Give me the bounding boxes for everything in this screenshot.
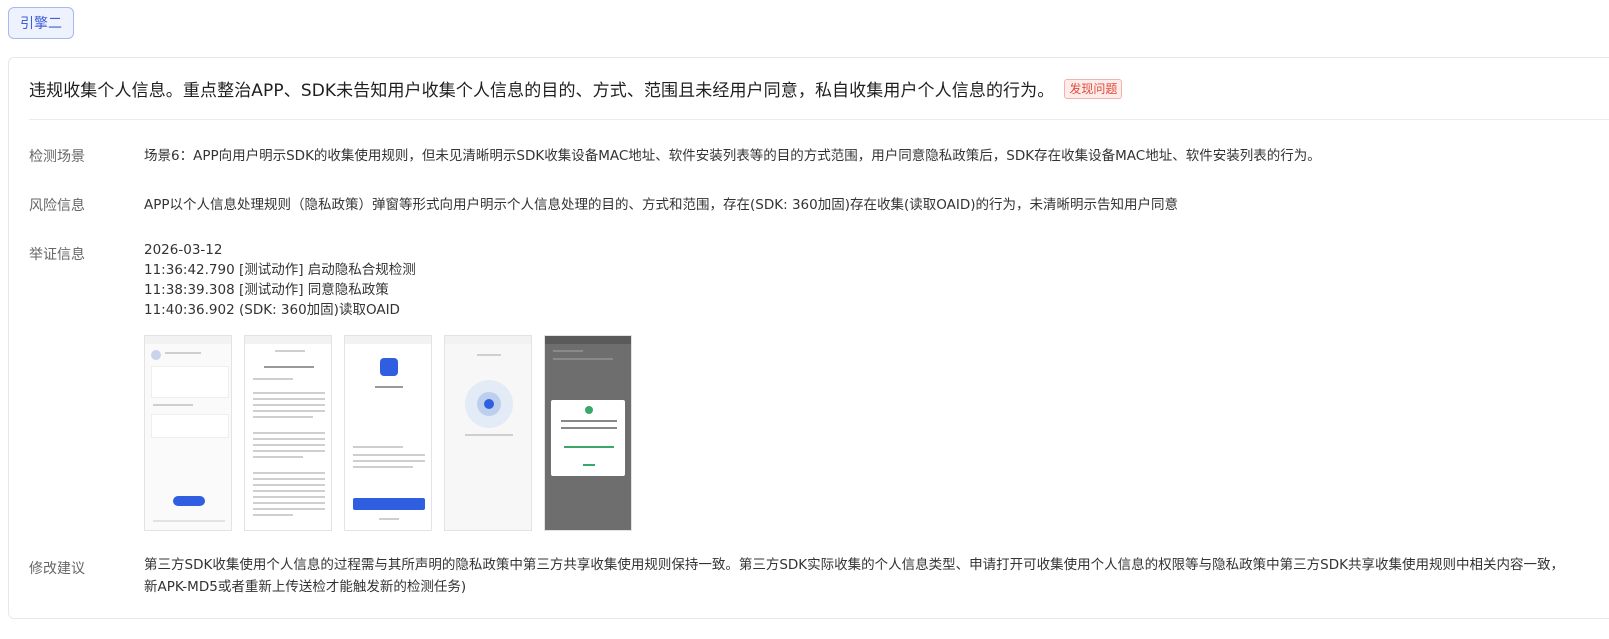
evidence-label: 举证信息 <box>29 247 85 263</box>
suggestion-label: 修改建议 <box>29 561 85 577</box>
card-title: 违规收集个人信息。重点整治APP、SDK未告知用户收集个人信息的目的、方式、范围… <box>29 81 1055 101</box>
evidence-line: 11:36:42.790 [测试动作] 启动隐私合规检测 <box>144 262 416 278</box>
screenshot-thumbnail-consent[interactable] <box>344 335 432 531</box>
issue-card: 违规收集个人信息。重点整治APP、SDK未告知用户收集个人信息的目的、方式、范围… <box>8 57 1609 619</box>
scene-value: 场景6：APP向用户明示SDK的收集使用规则，但未见清晰明示SDK收集设备MAC… <box>144 148 1321 164</box>
risk-label: 风险信息 <box>29 198 85 214</box>
evidence-line: 11:40:36.902 (SDK: 360加固)读取OAID <box>144 302 400 318</box>
evidence-line: 11:38:39.308 [测试动作] 同意隐私政策 <box>144 282 389 298</box>
divider <box>29 119 1609 120</box>
screenshot-thumbnail-permission-dialog[interactable] <box>544 335 632 531</box>
suggestion-value: 第三方SDK收集使用个人信息的过程需与其所声明的隐私政策中第三方共享收集使用规则… <box>144 554 1609 598</box>
screenshot-thumbnail-privacy-agreement[interactable] <box>244 335 332 531</box>
screenshot-thumbnail-location[interactable] <box>444 335 532 531</box>
evidence-screenshots <box>144 335 632 531</box>
suggestion-line: 新APK-MD5或者重新上传送检才能触发新的检测任务) <box>144 579 467 595</box>
suggestion-line: 第三方SDK收集使用个人信息的过程需与其所声明的隐私政策中第三方共享收集使用规则… <box>144 557 1564 573</box>
engine-tab[interactable]: 引擎二 <box>8 7 74 39</box>
risk-value: APP以个人信息处理规则（隐私政策）弹窗等形式向用户明示个人信息处理的目的、方式… <box>144 197 1179 213</box>
scene-label: 检测场景 <box>29 149 85 165</box>
evidence-lines: 2026-03-12 11:36:42.790 [测试动作] 启动隐私合规检测 … <box>144 240 416 320</box>
card-title-row: 违规收集个人信息。重点整治APP、SDK未告知用户收集个人信息的目的、方式、范围… <box>29 76 1123 101</box>
evidence-line: 2026-03-12 <box>144 242 223 258</box>
screenshot-thumbnail-home[interactable] <box>144 335 232 531</box>
status-badge: 发现问题 <box>1064 78 1123 99</box>
